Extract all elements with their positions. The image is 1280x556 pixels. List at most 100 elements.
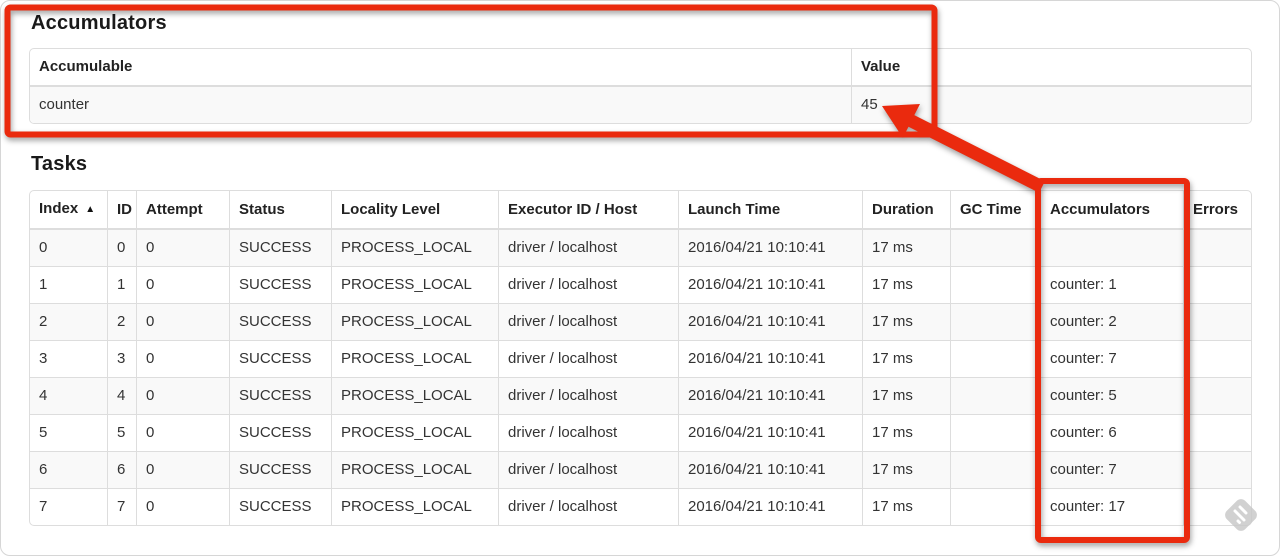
task-index-cell: 2 (30, 303, 107, 340)
task-row: 6 6 0 SUCCESS PROCESS_LOCAL driver / loc… (30, 451, 1251, 488)
task-duration-cell: 17 ms (862, 414, 950, 451)
duration-column-header[interactable]: Duration (862, 191, 950, 230)
task-id-cell: 1 (107, 266, 136, 303)
task-executor-cell: driver / localhost (498, 451, 678, 488)
status-column-header[interactable]: Status (229, 191, 331, 230)
task-row: 5 5 0 SUCCESS PROCESS_LOCAL driver / loc… (30, 414, 1251, 451)
task-id-cell: 6 (107, 451, 136, 488)
task-accumulators-cell: counter: 7 (1040, 451, 1183, 488)
task-errors-cell (1183, 230, 1251, 266)
feedly-watermark-icon (1213, 487, 1269, 543)
accumulable-column-header[interactable]: Accumulable (30, 49, 851, 87)
task-accumulators-cell (1040, 230, 1183, 266)
task-attempt-cell: 0 (136, 266, 229, 303)
task-status-cell: SUCCESS (229, 266, 331, 303)
task-locality-cell: PROCESS_LOCAL (331, 488, 498, 525)
task-errors-cell (1183, 414, 1251, 451)
task-row: 4 4 0 SUCCESS PROCESS_LOCAL driver / loc… (30, 377, 1251, 414)
accumulable-value-cell: 45 (851, 87, 1251, 123)
task-locality-cell: PROCESS_LOCAL (331, 230, 498, 266)
task-index-cell: 7 (30, 488, 107, 525)
task-executor-cell: driver / localhost (498, 303, 678, 340)
task-attempt-cell: 0 (136, 414, 229, 451)
locality-level-column-header[interactable]: Locality Level (331, 191, 498, 230)
accumulators-column-header[interactable]: Accumulators (1040, 191, 1183, 230)
task-gc-time-cell (950, 230, 1040, 266)
task-status-cell: SUCCESS (229, 488, 331, 525)
task-gc-time-cell (950, 414, 1040, 451)
task-index-cell: 6 (30, 451, 107, 488)
task-row: 7 7 0 SUCCESS PROCESS_LOCAL driver / loc… (30, 488, 1251, 525)
task-executor-cell: driver / localhost (498, 414, 678, 451)
task-errors-cell (1183, 303, 1251, 340)
task-index-cell: 5 (30, 414, 107, 451)
task-launch-cell: 2016/04/21 10:10:41 (678, 451, 862, 488)
tasks-table-header-row: Index ▲ ID Attempt Status Locality Level … (30, 191, 1251, 230)
task-launch-cell: 2016/04/21 10:10:41 (678, 414, 862, 451)
task-executor-cell: driver / localhost (498, 230, 678, 266)
task-id-cell: 5 (107, 414, 136, 451)
task-gc-time-cell (950, 451, 1040, 488)
task-index-cell: 3 (30, 340, 107, 377)
task-executor-cell: driver / localhost (498, 340, 678, 377)
task-locality-cell: PROCESS_LOCAL (331, 340, 498, 377)
task-status-cell: SUCCESS (229, 303, 331, 340)
task-index-cell: 1 (30, 266, 107, 303)
task-locality-cell: PROCESS_LOCAL (331, 451, 498, 488)
task-status-cell: SUCCESS (229, 414, 331, 451)
task-locality-cell: PROCESS_LOCAL (331, 414, 498, 451)
task-executor-cell: driver / localhost (498, 266, 678, 303)
accumulators-section-title: Accumulators (31, 12, 167, 34)
task-launch-cell: 2016/04/21 10:10:41 (678, 230, 862, 266)
task-errors-cell (1183, 451, 1251, 488)
value-column-header[interactable]: Value (851, 49, 1251, 87)
task-duration-cell: 17 ms (862, 377, 950, 414)
task-errors-cell (1183, 340, 1251, 377)
task-accumulators-cell: counter: 17 (1040, 488, 1183, 525)
task-locality-cell: PROCESS_LOCAL (331, 303, 498, 340)
task-index-cell: 0 (30, 230, 107, 266)
tasks-table: Index ▲ ID Attempt Status Locality Level … (29, 190, 1252, 526)
task-locality-cell: PROCESS_LOCAL (331, 266, 498, 303)
task-accumulators-cell: counter: 1 (1040, 266, 1183, 303)
launch-time-column-header[interactable]: Launch Time (678, 191, 862, 230)
task-executor-cell: driver / localhost (498, 488, 678, 525)
task-row: 3 3 0 SUCCESS PROCESS_LOCAL driver / loc… (30, 340, 1251, 377)
task-id-cell: 7 (107, 488, 136, 525)
attempt-column-header[interactable]: Attempt (136, 191, 229, 230)
task-status-cell: SUCCESS (229, 451, 331, 488)
task-attempt-cell: 0 (136, 488, 229, 525)
accumulable-name-cell: counter (30, 87, 851, 123)
index-column-header[interactable]: Index ▲ (30, 191, 107, 230)
task-row: 1 1 0 SUCCESS PROCESS_LOCAL driver / loc… (30, 266, 1251, 303)
task-errors-cell (1183, 377, 1251, 414)
task-launch-cell: 2016/04/21 10:10:41 (678, 377, 862, 414)
task-row: 0 0 0 SUCCESS PROCESS_LOCAL driver / loc… (30, 230, 1251, 266)
task-executor-cell: driver / localhost (498, 377, 678, 414)
errors-column-header[interactable]: Errors (1183, 191, 1251, 230)
task-attempt-cell: 0 (136, 377, 229, 414)
task-launch-cell: 2016/04/21 10:10:41 (678, 340, 862, 377)
accumulators-table: Accumulable Value counter 45 (29, 48, 1252, 124)
sort-ascending-icon: ▲ (85, 204, 96, 215)
task-gc-time-cell (950, 266, 1040, 303)
task-duration-cell: 17 ms (862, 303, 950, 340)
task-launch-cell: 2016/04/21 10:10:41 (678, 266, 862, 303)
task-index-cell: 4 (30, 377, 107, 414)
task-status-cell: SUCCESS (229, 377, 331, 414)
task-gc-time-cell (950, 340, 1040, 377)
executor-id-host-column-header[interactable]: Executor ID / Host (498, 191, 678, 230)
task-locality-cell: PROCESS_LOCAL (331, 377, 498, 414)
task-attempt-cell: 0 (136, 340, 229, 377)
gc-time-column-header[interactable]: GC Time (950, 191, 1040, 230)
task-accumulators-cell: counter: 5 (1040, 377, 1183, 414)
task-accumulators-cell: counter: 6 (1040, 414, 1183, 451)
task-duration-cell: 17 ms (862, 340, 950, 377)
spark-ui-page: Accumulators Accumulable Value counter 4… (0, 0, 1280, 556)
task-gc-time-cell (950, 303, 1040, 340)
task-attempt-cell: 0 (136, 303, 229, 340)
task-launch-cell: 2016/04/21 10:10:41 (678, 488, 862, 525)
id-column-header[interactable]: ID (107, 191, 136, 230)
task-id-cell: 0 (107, 230, 136, 266)
task-id-cell: 4 (107, 377, 136, 414)
